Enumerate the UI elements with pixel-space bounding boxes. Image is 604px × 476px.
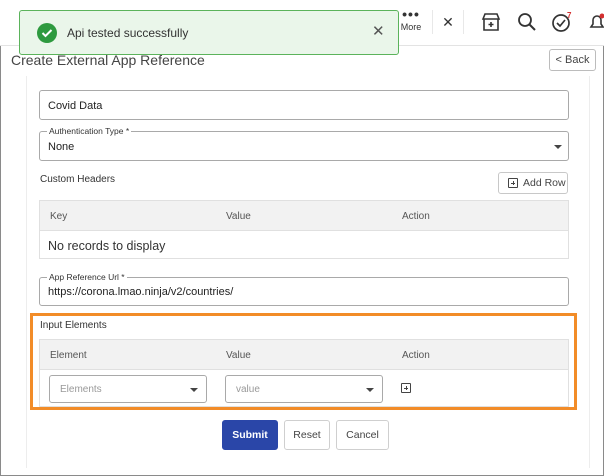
- authentication-type-select[interactable]: Authentication Type * None: [39, 126, 569, 161]
- search-icon[interactable]: [516, 11, 538, 33]
- toast-close-button[interactable]: ✕: [372, 24, 385, 40]
- chevron-down-icon: [366, 388, 374, 392]
- add-row-button[interactable]: Add Row: [498, 172, 568, 194]
- chevron-down-icon: [190, 388, 198, 392]
- value-select-placeholder: value: [236, 384, 260, 395]
- submit-button[interactable]: Submit: [222, 420, 278, 450]
- element-select-placeholder: Elements: [60, 384, 102, 395]
- tasks-badge: 7: [567, 11, 572, 20]
- name-field-value: Covid Data: [48, 100, 103, 112]
- add-row-label: Add Row: [523, 177, 566, 189]
- check-circle-icon: [37, 23, 57, 43]
- authentication-type-label: Authentication Type *: [47, 126, 132, 136]
- value-select[interactable]: value: [225, 375, 383, 403]
- more-dots-icon: •••: [402, 6, 420, 22]
- back-button[interactable]: < Back: [549, 49, 596, 71]
- input-elements-title: Input Elements: [40, 320, 107, 331]
- column-header-key: Key: [50, 211, 68, 222]
- success-toast: Api tested successfully ✕: [19, 10, 399, 55]
- column-header-value: Value: [226, 350, 251, 361]
- name-field[interactable]: Covid Data: [39, 90, 569, 120]
- app-reference-url-field[interactable]: App Reference Url * https://corona.lmao.…: [39, 272, 569, 306]
- chevron-down-icon: [554, 145, 562, 149]
- custom-headers-table: Key Value Action No records to display: [39, 200, 569, 259]
- app-reference-url-value: https://corona.lmao.ninja/v2/countries/: [48, 286, 234, 298]
- notifications-icon[interactable]: [586, 11, 604, 33]
- close-tab-button[interactable]: ✕: [432, 10, 464, 34]
- more-menu-button[interactable]: ••• More: [397, 6, 425, 40]
- add-box-icon: [508, 178, 518, 188]
- add-element-icon[interactable]: [401, 383, 411, 393]
- store-icon[interactable]: [480, 11, 502, 33]
- input-elements-header: Element Value Action: [40, 340, 568, 370]
- cancel-button[interactable]: Cancel: [336, 420, 389, 450]
- reset-button[interactable]: Reset: [284, 420, 330, 450]
- toast-message: Api tested successfully: [67, 26, 189, 40]
- column-header-value: Value: [226, 211, 251, 222]
- custom-headers-header: Key Value Action: [40, 201, 568, 231]
- page-title: Create External App Reference: [11, 52, 205, 68]
- app-reference-url-label: App Reference Url *: [47, 272, 127, 282]
- empty-records-text: No records to display: [48, 239, 166, 253]
- custom-headers-title: Custom Headers: [40, 174, 116, 185]
- column-header-action: Action: [402, 211, 430, 222]
- column-header-element: Element: [50, 350, 87, 361]
- column-header-action: Action: [402, 350, 430, 361]
- authentication-type-value: None: [48, 141, 75, 153]
- element-select[interactable]: Elements: [49, 375, 207, 403]
- more-label: More: [400, 22, 422, 32]
